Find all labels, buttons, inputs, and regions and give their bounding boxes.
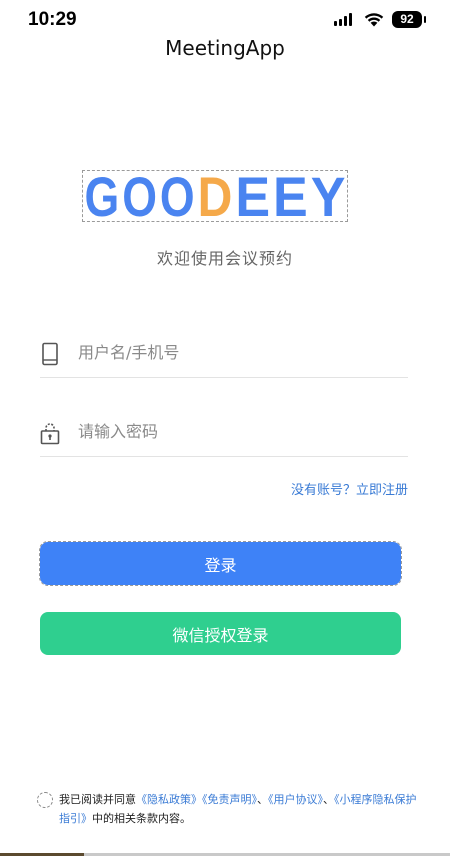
welcome-text: 欢迎使用会议预约 [156,249,293,268]
logo-letter: O [160,171,195,221]
phone-icon [42,342,58,366]
login-button[interactable]: 登录 [39,541,402,586]
agreement-text: 我已阅读并同意《隐私政策》《免责声明》、《用户协议》、《小程序隐私保护指引》中的… [59,790,417,828]
agreement-separator: 、 [323,793,334,806]
logo-letter: O [122,171,157,221]
logo-letter: E [273,171,308,221]
logo-letter: G [84,171,119,221]
wechat-login-button[interactable]: 微信授权登录 [40,612,401,655]
username-field [40,328,408,378]
password-input[interactable] [78,413,398,449]
password-field [40,407,408,457]
logo-letter: E [235,171,270,221]
username-input[interactable] [78,334,398,370]
signal-icon [334,13,356,26]
agreement-separator: 、 [257,793,268,806]
app-logo: GOODEEY [82,170,348,222]
battery-indicator: 92 [392,11,426,28]
wifi-icon [364,13,384,27]
logo-letter: Y [311,171,346,221]
status-bar: 10:29 92 [0,0,450,40]
lock-icon [40,423,60,445]
privacy-policy-link[interactable]: 《隐私政策》 [136,793,202,806]
status-time: 10:29 [28,9,77,30]
agreement-suffix: 中的相关条款内容。 [92,812,191,825]
agreement-section: 我已阅读并同意《隐私政策》《免责声明》、《用户协议》、《小程序隐私保护指引》中的… [37,790,417,828]
disclaimer-link[interactable]: 《免责声明》 [202,793,257,806]
page-title: MeetingApp [165,36,285,60]
register-link[interactable]: 没有账号？立即注册 [291,479,408,498]
user-agreement-link[interactable]: 《用户协议》 [268,793,323,806]
agreement-checkbox[interactable] [37,792,53,808]
logo-letter: D [198,171,233,221]
agreement-prefix: 我已阅读并同意 [59,793,136,806]
